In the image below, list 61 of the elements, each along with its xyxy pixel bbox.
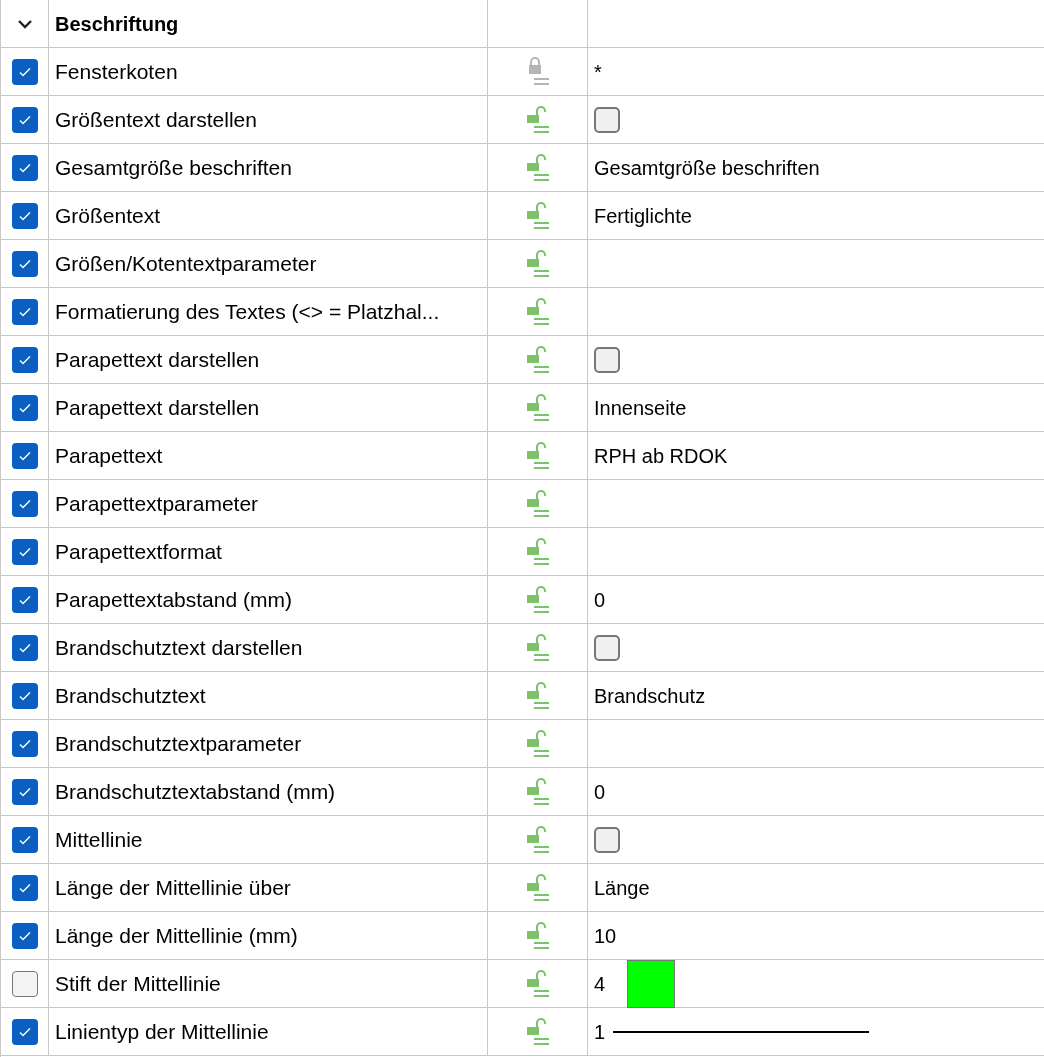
property-label: Linientyp der Mittellinie [55,1018,269,1045]
checkbox[interactable] [11,922,38,949]
chevron-down-icon[interactable] [16,18,33,29]
property-label: Parapettextformat [55,538,222,565]
property-label: Formatierung des Textes (<> = Platzhal... [55,298,440,325]
checkbox[interactable] [11,106,38,133]
property-label: Länge der Mittellinie (mm) [55,922,298,949]
checkbox[interactable] [11,58,38,85]
property-label: Parapettextabstand (mm) [55,586,292,613]
property-label: Brandschutztextparameter [55,730,302,757]
property-label: Fensterkoten [55,58,178,85]
value-text: Länge [594,875,650,901]
checkbox[interactable] [11,970,38,997]
checkbox[interactable] [11,202,38,229]
checkbox[interactable] [11,778,38,805]
checkbox[interactable] [11,730,38,757]
value-checkbox[interactable] [594,634,620,661]
value-checkbox[interactable] [594,106,620,133]
value-checkbox[interactable] [594,826,620,853]
checkbox[interactable] [11,538,38,565]
checkbox[interactable] [11,490,38,517]
property-label: Parapettextparameter [55,490,259,517]
property-label: Parapettext darstellen [55,346,260,373]
checkbox[interactable] [11,442,38,469]
property-label: Größen/Kotentextparameter [55,250,317,277]
value-checkbox[interactable] [594,346,620,373]
value-text: Gesamtgröße beschriften [594,155,820,181]
value-text: * [594,59,602,85]
checkbox[interactable] [11,1018,38,1045]
value-text: 0 [594,779,606,805]
checkbox[interactable] [11,394,38,421]
pen-color-swatch[interactable] [627,959,676,1008]
checkbox[interactable] [11,250,38,277]
property-label: Mittellinie [55,826,143,853]
checkbox[interactable] [11,298,38,325]
value-text: RPH ab RDOK [594,443,728,469]
property-label: Brandschutztextabstand (mm) [55,778,336,805]
group-title: Beschriftung [55,11,179,37]
property-label: Brandschutztext darstellen [55,634,303,661]
checkbox[interactable] [11,154,38,181]
checkbox[interactable] [11,826,38,853]
value-text: Fertiglichte [594,203,692,229]
checkbox[interactable] [11,682,38,709]
checkbox[interactable] [11,346,38,373]
value-text: 0 [594,587,606,613]
property-label: Stift der Mittellinie [55,970,221,997]
property-label: Parapettext [55,442,163,469]
pen-number: 4 [594,971,606,997]
value-text: Innenseite [594,395,687,421]
property-label: Gesamtgröße beschriften [55,154,292,181]
property-label: Länge der Mittellinie über [55,874,291,901]
property-label: Brandschutztext [55,682,206,709]
property-label: Größentext [55,202,161,229]
checkbox[interactable] [11,874,38,901]
linetype-number: 1 [594,1019,606,1045]
value-text: Brandschutz [594,683,706,709]
value-text: 10 [594,923,617,949]
property-label: Parapettext darstellen [55,394,260,421]
property-label: Größentext darstellen [55,106,257,133]
checkbox[interactable] [11,586,38,613]
checkbox[interactable] [11,634,38,661]
